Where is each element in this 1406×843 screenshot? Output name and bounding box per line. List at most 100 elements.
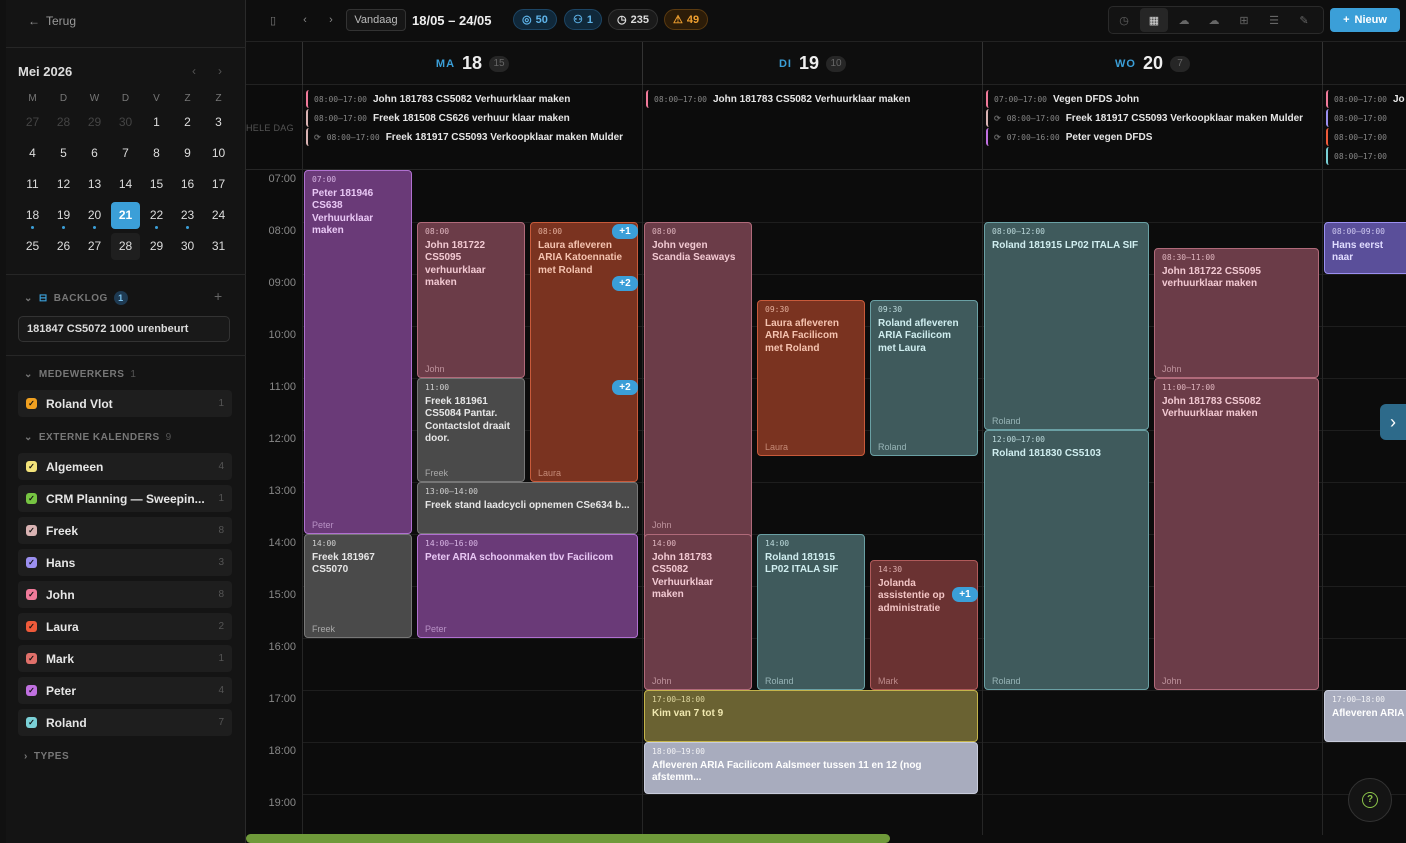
chevron-left-icon[interactable]: ‹ (192, 64, 196, 78)
day-header-wednesday[interactable]: WO 20 7 (982, 42, 1322, 85)
hours-pill[interactable]: ◷ 235 (608, 9, 658, 30)
all-day-event[interactable]: ⟳ 08:00–17:00 Freek 181917 CS5093 Verkoopk… (306, 128, 636, 146)
minical-day[interactable]: 17 (204, 171, 233, 198)
calendar-event[interactable]: 11:00 Freek 181961 CS5084 Pantar. Contact… (417, 378, 525, 482)
calendar-item[interactable]: ✓ Roland 7 (18, 709, 232, 736)
types-header[interactable]: › TYPES (24, 751, 69, 762)
calendar-event[interactable]: 17:00–18:00 Kim van 7 tot 9 (644, 690, 978, 742)
minical-day[interactable]: 27 (80, 233, 109, 260)
checkbox-icon[interactable]: ✓ (26, 525, 37, 536)
tasks-pill[interactable]: ◎ 50 (513, 9, 557, 30)
today-button[interactable]: Vandaag (346, 9, 406, 31)
minical-day[interactable]: 16 (173, 171, 202, 198)
minical-day[interactable]: 28 (111, 233, 140, 260)
plus-icon[interactable]: + (214, 288, 222, 304)
minical-day[interactable]: 30 (173, 233, 202, 260)
minical-day[interactable]: 7 (111, 140, 140, 167)
minical-day[interactable]: 14 (111, 171, 140, 198)
cloud-icon[interactable]: ☁ (1170, 8, 1198, 32)
calendar-event[interactable]: 14:00 Roland 181915 LP02 ITALA SIF Roland (757, 534, 865, 690)
minical-day[interactable]: 9 (173, 140, 202, 167)
more-events-badge[interactable]: +2 (612, 380, 638, 395)
calendar-event[interactable]: 17:00–18:00 Afleveren ARIA (1324, 690, 1406, 742)
checkbox-icon[interactable]: ✓ (26, 493, 37, 504)
calendar-item[interactable]: ✓ CRM Planning — Sweepin... 1 (18, 485, 232, 512)
minical-day[interactable]: 27 (18, 109, 47, 136)
help-button[interactable]: ? (1348, 778, 1392, 822)
people-pill[interactable]: ⚇ 1 (564, 9, 602, 30)
list-icon[interactable]: ☰ (1260, 8, 1288, 32)
backlog-header[interactable]: ⌄ ⊟ BACKLOG 1 (24, 291, 128, 305)
calendar-event[interactable]: 18:00–19:00 Afleveren ARIA Facilicom Aals… (644, 742, 978, 794)
minical-day[interactable]: 25 (18, 233, 47, 260)
scroll-right-button[interactable]: › (1380, 404, 1406, 440)
minical-day[interactable]: 8 (142, 140, 171, 167)
calendar-event[interactable]: 08:00 John 181722 CS5095 verhuurklaar mak… (417, 222, 525, 378)
chevron-right-icon[interactable]: › (218, 64, 222, 78)
minical-day[interactable]: 11 (18, 171, 47, 198)
all-day-event[interactable]: 08:00–17:00 John 181783 CS5082 Verhuurkla… (306, 90, 636, 108)
minical-day[interactable]: 29 (80, 109, 109, 136)
medewerker-item[interactable]: ✓ Roland Vlot 1 (18, 390, 232, 417)
calendar-item[interactable]: ✓ Freek 8 (18, 517, 232, 544)
all-day-event[interactable]: 08:00–17:00 Jo (1326, 90, 1406, 108)
all-day-event[interactable]: 08:00–17:00 (1326, 109, 1406, 127)
calendar-event[interactable]: 13:00–14:00 Freek stand laadcycli opnemen… (417, 482, 638, 534)
minical-day[interactable]: 18 (18, 202, 47, 229)
all-day-event[interactable]: 08:00–17:00 John 181783 CS5082 Verhuurkla… (646, 90, 976, 108)
calendar-event[interactable]: 07:00 Peter 181946 CS638 Verhuurklaar mak… (304, 170, 412, 534)
calendar-event[interactable]: 14:30 Jolanda assistentie op administrati… (870, 560, 978, 690)
minical-day[interactable]: 23 (173, 202, 202, 229)
day-header-thursday[interactable] (1322, 42, 1406, 85)
minical-day[interactable]: 4 (18, 140, 47, 167)
minical-day[interactable]: 30 (111, 109, 140, 136)
calendar-event[interactable]: 08:00–12:00 Roland 181915 LP02 ITALA SIF R… (984, 222, 1149, 430)
back-link[interactable]: ← Terug (28, 14, 76, 28)
minical-day[interactable]: 6 (80, 140, 109, 167)
checkbox-icon[interactable]: ✓ (26, 398, 37, 409)
externe-kalenders-header[interactable]: ⌄ EXTERNE KALENDERS 9 (24, 432, 172, 443)
sidebar-toggle-icon[interactable]: ▯ (264, 9, 282, 31)
minical-day[interactable]: 29 (142, 233, 171, 260)
minical-day[interactable]: 28 (49, 109, 78, 136)
all-day-event[interactable]: ⟳ 07:00–16:00 Peter vegen DFDS (986, 128, 1316, 146)
calendar-view-icon[interactable]: ▦ (1140, 8, 1168, 32)
calendar-item[interactable]: ✓ Laura 2 (18, 613, 232, 640)
checkbox-icon[interactable]: ✓ (26, 685, 37, 696)
calendar-event[interactable]: 08:00–09:00 Hans eerst naar (1324, 222, 1406, 274)
checkbox-icon[interactable]: ✓ (26, 557, 37, 568)
checkbox-icon[interactable]: ✓ (26, 717, 37, 728)
calendar-item[interactable]: ✓ John 8 (18, 581, 232, 608)
clock-view-icon[interactable]: ◷ (1110, 8, 1138, 32)
minical-day[interactable]: 10 (204, 140, 233, 167)
backlog-item[interactable]: 181847 CS5072 1000 urenbeurt (18, 316, 230, 342)
all-day-event[interactable]: 08:00–17:00 Freek 181508 CS626 verhuur kl… (306, 109, 636, 127)
minical-day[interactable]: 3 (204, 109, 233, 136)
checkbox-icon[interactable]: ✓ (26, 653, 37, 664)
next-week-icon[interactable]: › (324, 9, 338, 31)
minical-day-today[interactable]: 21 (111, 202, 140, 229)
day-header-monday[interactable]: MA 18 15 (302, 42, 642, 85)
calendar-event[interactable]: 11:00–17:00 John 181783 CS5082 Verhuurkla… (1154, 378, 1319, 690)
horizontal-scrollbar[interactable] (246, 834, 890, 843)
all-day-event[interactable]: ⟳ 08:00–17:00 Freek 181917 CS5093 Verkoopk… (986, 109, 1316, 127)
calendar-event[interactable]: 12:00–17:00 Roland 181830 CS5103 Roland (984, 430, 1149, 690)
calendar-event[interactable]: 08:00 Laura afleveren ARIA Katoennatie me… (530, 222, 638, 482)
more-events-badge[interactable]: +2 (612, 276, 638, 291)
minical-day[interactable]: 2 (173, 109, 202, 136)
checkbox-icon[interactable]: ✓ (26, 461, 37, 472)
cloud-sync-icon[interactable]: ☁ (1200, 8, 1228, 32)
calendar-event[interactable]: 14:00 Freek 181967 CS5070 Freek (304, 534, 412, 638)
minical-day[interactable]: 13 (80, 171, 109, 198)
calendar-event[interactable]: 09:30 Roland afleveren ARIA Facilicom met… (870, 300, 978, 456)
minical-day[interactable]: 22 (142, 202, 171, 229)
calendar-item[interactable]: ✓ Peter 4 (18, 677, 232, 704)
minical-day[interactable]: 24 (204, 202, 233, 229)
minical-day[interactable]: 12 (49, 171, 78, 198)
calendar-event[interactable]: 08:30–11:00 John 181722 CS5095 verhuurkla… (1154, 248, 1319, 378)
grid-icon[interactable]: ⊞ (1230, 8, 1258, 32)
medewerkers-header[interactable]: ⌄ MEDEWERKERS 1 (24, 369, 136, 380)
calendar-event[interactable]: 14:00–16:00 Peter ARIA schoonmaken tbv Fa… (417, 534, 638, 638)
minical-day[interactable]: 15 (142, 171, 171, 198)
more-events-badge[interactable]: +1 (612, 224, 638, 239)
